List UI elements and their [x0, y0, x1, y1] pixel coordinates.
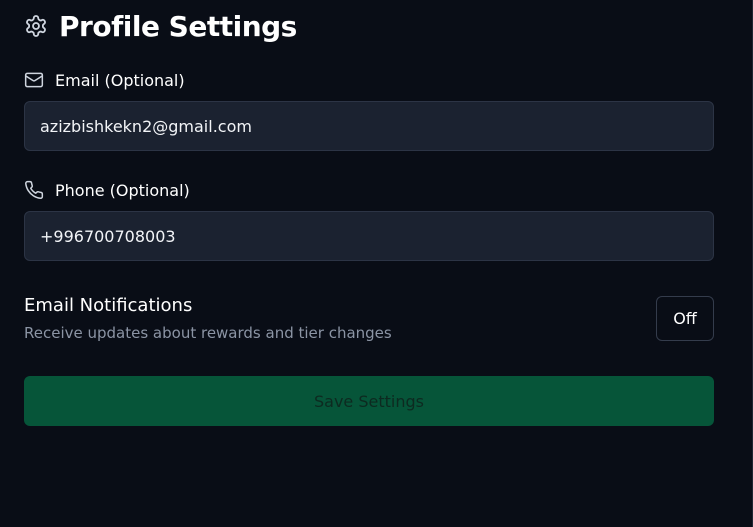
email-field[interactable] [24, 101, 714, 151]
email-label: Email (Optional) [24, 70, 185, 90]
profile-settings-panel: Profile Settings Email (Optional) Phone … [0, 0, 753, 527]
page-title: Profile Settings [59, 9, 297, 43]
header: Profile Settings [24, 8, 297, 44]
email-notifications-title: Email Notifications [24, 295, 193, 316]
email-label-text: Email (Optional) [55, 70, 185, 90]
save-settings-button[interactable]: Save Settings [24, 376, 714, 426]
mail-icon [24, 70, 44, 90]
phone-label-text: Phone (Optional) [55, 180, 190, 200]
phone-field[interactable] [24, 211, 714, 261]
email-notifications-description: Receive updates about rewards and tier c… [24, 324, 392, 342]
phone-label: Phone (Optional) [24, 180, 190, 200]
gear-icon [24, 14, 48, 38]
phone-icon [24, 180, 44, 200]
email-notifications-toggle[interactable]: Off [656, 296, 714, 341]
